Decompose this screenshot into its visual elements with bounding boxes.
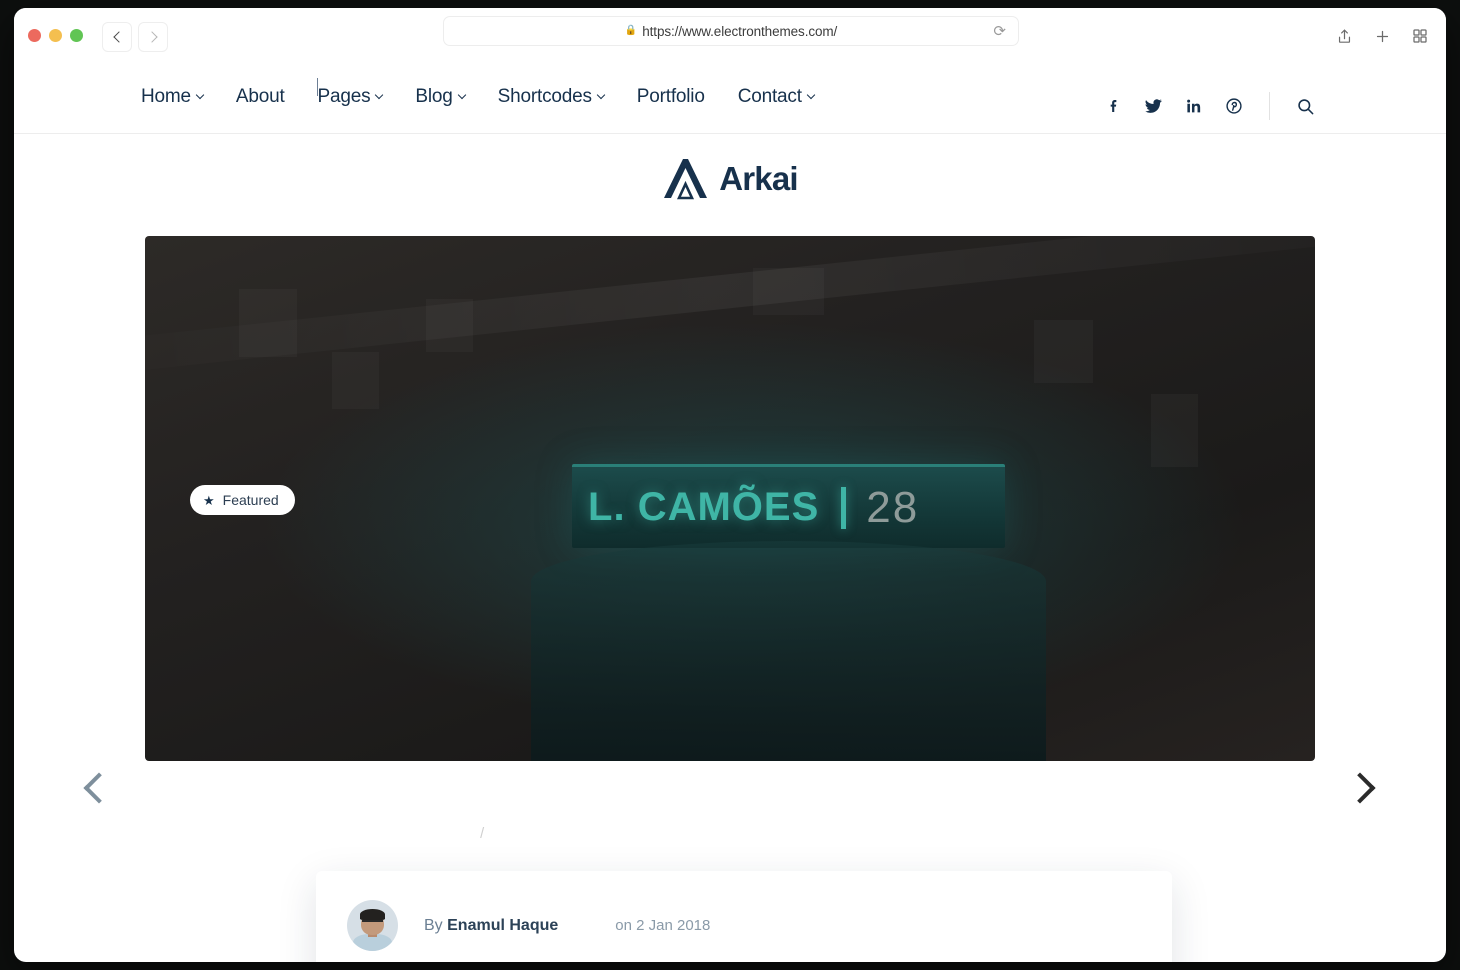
category-primary[interactable]: PHOTOGRAPHY	[348, 826, 470, 842]
window-controls	[28, 29, 83, 42]
tram-destination-sign: L. CAMÕES 28	[572, 464, 1005, 549]
chevron-down-icon	[806, 90, 816, 100]
reload-icon[interactable]: ⟳	[993, 24, 1006, 40]
post-byline: By Enamul Haque	[424, 917, 558, 935]
nav-item-label: About	[235, 86, 285, 107]
header-social-links	[1106, 92, 1315, 120]
nav-item-label: Home	[141, 86, 191, 107]
browser-toolbar: 🔒 https://www.electronthemes.com/ ⟳	[14, 8, 1446, 66]
nav-item-label: Portfolio	[636, 86, 705, 107]
address-bar[interactable]: 🔒 https://www.electronthemes.com/ ⟳	[443, 16, 1019, 46]
chevron-left-icon	[82, 772, 115, 804]
share-icon[interactable]	[1328, 20, 1360, 52]
star-icon: ★	[203, 492, 215, 508]
chevron-down-icon	[457, 90, 466, 100]
featured-label: Featured	[222, 492, 279, 508]
logo-area: Arkai	[14, 134, 1446, 224]
nav-item-shortcodes[interactable]: Shortcodes	[497, 86, 606, 108]
sign-text: L. CAMÕES	[588, 485, 820, 530]
browser-window: 🔒 https://www.electronthemes.com/ ⟳ Home…	[14, 8, 1446, 962]
chevron-right-icon	[145, 31, 158, 43]
twitter-icon[interactable]	[1144, 97, 1163, 115]
featured-post-slider: L. CAMÕES 28 ★ Featured PHOTOGRAPHY / LI…	[14, 224, 1446, 962]
site-logo[interactable]: Arkai	[662, 157, 799, 201]
nav-item-portfolio[interactable]: Portfolio	[637, 86, 705, 108]
chevron-down-icon	[195, 90, 205, 100]
tram-body	[531, 540, 1046, 761]
nav-item-home[interactable]: Home	[141, 86, 205, 108]
triangle-a-logo-icon	[664, 159, 708, 200]
nav-item-label: Blog	[415, 86, 453, 107]
by-prefix: By	[424, 916, 448, 934]
header-divider	[1269, 92, 1270, 120]
chevron-left-icon	[112, 31, 125, 43]
post-categories: PHOTOGRAPHY / LIFESTYLE	[348, 826, 580, 842]
search-icon[interactable]	[1296, 97, 1315, 116]
close-window-button[interactable]	[28, 29, 41, 42]
nav-item-about[interactable]: About	[236, 86, 285, 108]
nav-item-label: Contact	[737, 86, 802, 107]
category-secondary[interactable]: LIFESTYLE	[495, 826, 580, 842]
facebook-icon[interactable]	[1106, 97, 1122, 115]
chevron-down-icon	[596, 90, 606, 100]
post-author[interactable]: Enamul Haque	[447, 917, 558, 934]
pinterest-icon[interactable]	[1225, 97, 1243, 115]
linkedin-icon[interactable]	[1185, 97, 1203, 115]
sign-number: 28	[866, 482, 920, 532]
minimize-window-button[interactable]	[49, 29, 62, 42]
logo-text: Arkai	[719, 160, 798, 197]
nav-item-blog[interactable]: Blog	[415, 86, 466, 108]
featured-post-card[interactable]: By Enamul Haque on 2 Jan 2018 Quite who …	[316, 871, 1172, 962]
forward-button[interactable]	[138, 22, 168, 52]
nav-item-pages[interactable]: Pages	[317, 86, 384, 108]
toolbar-actions	[1328, 20, 1436, 52]
tab-overview-icon[interactable]	[1404, 20, 1436, 52]
back-button[interactable]	[102, 22, 132, 52]
maximize-window-button[interactable]	[70, 29, 83, 42]
post-date: on 2 Jan 2018	[615, 917, 711, 934]
category-separator: /	[480, 826, 486, 842]
status-badge: ★ Featured	[190, 485, 295, 515]
slider-prev-button[interactable]	[72, 765, 118, 811]
url-text: https://www.electronthemes.com/	[642, 23, 838, 39]
nav-item-label: Pages	[317, 86, 371, 107]
lock-icon: 🔒	[624, 25, 638, 36]
sign-separator	[841, 486, 847, 529]
light-beam	[145, 236, 1315, 381]
hero-image[interactable]: L. CAMÕES 28	[145, 236, 1315, 761]
text-cursor	[317, 78, 318, 96]
browser-nav-arrows	[102, 22, 168, 52]
nav-item-label: Shortcodes	[497, 86, 592, 107]
site-header: Home About Pages Blog Shortcodes Portfol…	[14, 66, 1446, 134]
main-navigation: Home About Pages Blog Shortcodes Portfol…	[141, 78, 816, 108]
new-tab-icon[interactable]	[1366, 20, 1398, 52]
avatar	[347, 900, 398, 951]
chevron-down-icon	[375, 90, 384, 100]
slider-next-button[interactable]	[1340, 765, 1386, 811]
nav-item-contact[interactable]: Contact	[737, 86, 816, 108]
post-meta: By Enamul Haque on 2 Jan 2018	[347, 899, 1138, 952]
chevron-right-icon	[1343, 772, 1376, 804]
